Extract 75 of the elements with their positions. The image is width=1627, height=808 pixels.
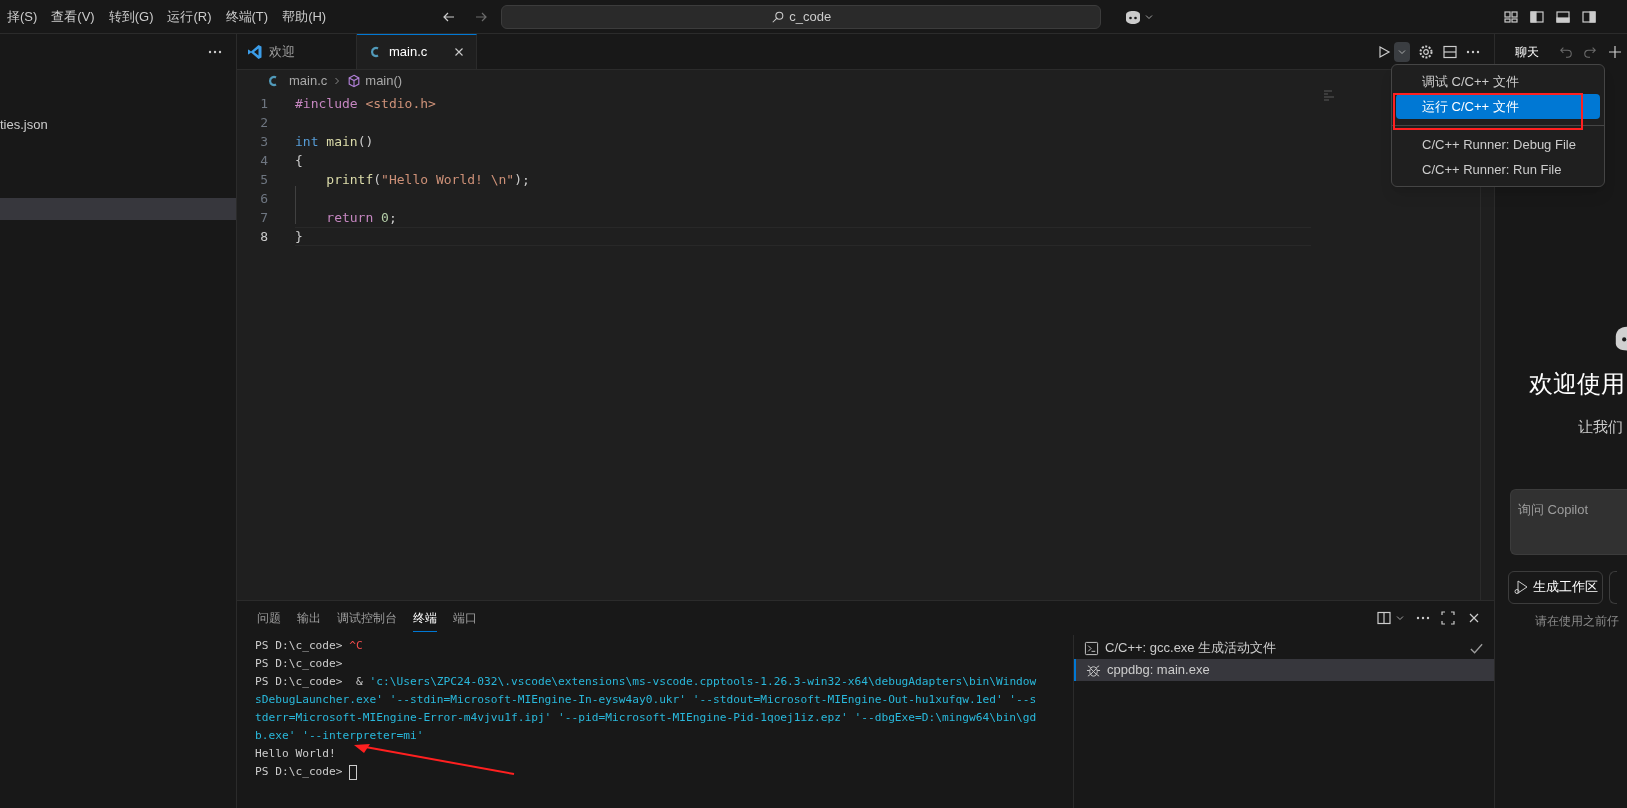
line-number: 2 <box>259 113 268 132</box>
menu-item[interactable]: 择(S) <box>0 6 45 27</box>
terminal-line: PS D:\c_code> <box>255 763 358 781</box>
generate-workspace-button[interactable]: 生成工作区 <box>1508 570 1603 604</box>
terminal-line: PS D:\c_code> <box>255 656 344 672</box>
breadcrumb-item[interactable]: main.c <box>289 71 328 91</box>
panel-tab[interactable]: 调试控制台 <box>337 605 397 631</box>
line-number: 6 <box>259 189 268 208</box>
panel-tab[interactable]: 输出 <box>297 605 321 631</box>
code-line: { <box>295 151 303 170</box>
plus-icon[interactable] <box>1607 44 1623 60</box>
line-number: 8 <box>259 227 268 246</box>
panel-toggle-icon[interactable] <box>1555 8 1571 25</box>
menu-item[interactable]: 调试 C/C++ 文件 <box>1396 69 1600 94</box>
menu-item[interactable]: 运行(R) <box>160 6 219 27</box>
code-line: printf("Hello World! \n"); <box>325 170 530 189</box>
code-line: return 0; <box>325 208 397 227</box>
line-number: 3 <box>259 132 268 151</box>
sidebar-toggle-icon[interactable] <box>1529 8 1545 25</box>
terminal-session-item[interactable]: cppdbg: main.exe <box>1074 659 1494 681</box>
panel-tab[interactable]: 端口 <box>453 605 477 631</box>
terminal-line: tderr=Microsoft-MIEngine-Error-m4vjvu1f.ipj' '--pid=Microsoft-MIEngine-Pid-1qoej1iz.epz' '--dbgExe=D:\mingw64\bin\gd <box>255 710 1037 726</box>
chat-tab[interactable]: 聊天 <box>1515 43 1539 61</box>
editor-tab[interactable]: main.c <box>357 34 477 69</box>
menu-item[interactable]: C/C++ Runner: Debug File <box>1396 132 1600 157</box>
welcome-heading: 欢迎使用 <box>1529 369 1625 399</box>
run-options-button[interactable] <box>1394 41 1410 62</box>
terminal-session-item[interactable]: C/C++: gcc.exe 生成活动文件 <box>1074 637 1494 659</box>
menu-item[interactable]: C/C++ Runner: Run File <box>1396 157 1600 182</box>
welcome-subtitle: 让我们 <box>1578 417 1623 437</box>
terminal-line: sDebugLauncher.exe' '--stdin=Microsoft-MIEngine-In-eysw4ay0.ukr' '--stdout=Microsoft-MIEngine-Out-hu1xufqw.1ed' '--s <box>255 692 1037 708</box>
maximize-icon[interactable] <box>1440 610 1456 626</box>
menu-item[interactable]: 运行 C/C++ 文件 <box>1396 94 1600 119</box>
line-number: 5 <box>259 170 268 189</box>
more-actions-icon[interactable] <box>1466 49 1480 54</box>
search-icon <box>771 9 786 24</box>
minimap <box>1324 90 1334 101</box>
terminal-icon <box>1084 640 1099 656</box>
chat-input[interactable]: 询问 Copilot <box>1510 488 1627 555</box>
terminal-line: Hello World! <box>255 746 336 762</box>
redo-icon[interactable] <box>1583 45 1597 59</box>
search-value: c_code <box>789 7 832 26</box>
cube-icon <box>347 74 362 88</box>
panel-tab[interactable]: 问题 <box>257 605 281 631</box>
terminal-cursor <box>349 764 358 780</box>
breadcrumb-item[interactable]: main() <box>365 71 403 91</box>
customize-layout-icon[interactable] <box>1503 8 1519 25</box>
bug-icon <box>1086 662 1101 678</box>
menu-item[interactable]: 终端(T) <box>218 6 276 27</box>
panel-tab[interactable]: 终端 <box>413 604 437 632</box>
terminal-line: PS D:\c_code> & 'c:\Users\ZPC24-032\.vscode\extensions\ms-vscode.cpptools-1.26.3-win32-x64\debugAdapters\bin\Window <box>255 674 1037 690</box>
split-terminal-icon[interactable] <box>1376 610 1392 626</box>
more-actions-icon[interactable] <box>1416 616 1430 620</box>
menu-item[interactable]: 转到(G) <box>101 6 161 27</box>
line-number: 1 <box>259 94 268 113</box>
menu-item[interactable]: 查看(V) <box>44 6 102 27</box>
terminal-line: PS D:\c_code> ^C <box>255 638 363 654</box>
line-number: 7 <box>259 208 268 227</box>
code-line: int main() <box>295 132 374 151</box>
run-icon[interactable] <box>1376 43 1392 60</box>
split-editor-icon[interactable] <box>1442 43 1458 60</box>
menu-item[interactable]: 帮助(H) <box>275 6 334 27</box>
code-line: #include <stdio.h> <box>295 94 436 113</box>
settings-icon[interactable] <box>1418 43 1434 60</box>
vscode-logo-icon <box>247 43 263 60</box>
search-field[interactable]: c_code <box>501 4 1102 29</box>
play-icon <box>1513 579 1529 595</box>
undo-icon[interactable] <box>1559 45 1573 59</box>
disclaimer-text: 请在使用之前仔 <box>1535 612 1620 630</box>
terminal-line: b.exe' '--interpreter=mi' <box>255 728 424 744</box>
code-line: } <box>295 227 303 246</box>
more-actions-icon[interactable] <box>208 50 222 54</box>
secondary-sidebar-icon[interactable] <box>1581 8 1597 25</box>
line-number: 4 <box>259 151 268 170</box>
file-tree-row[interactable]: ties.json <box>0 114 236 136</box>
